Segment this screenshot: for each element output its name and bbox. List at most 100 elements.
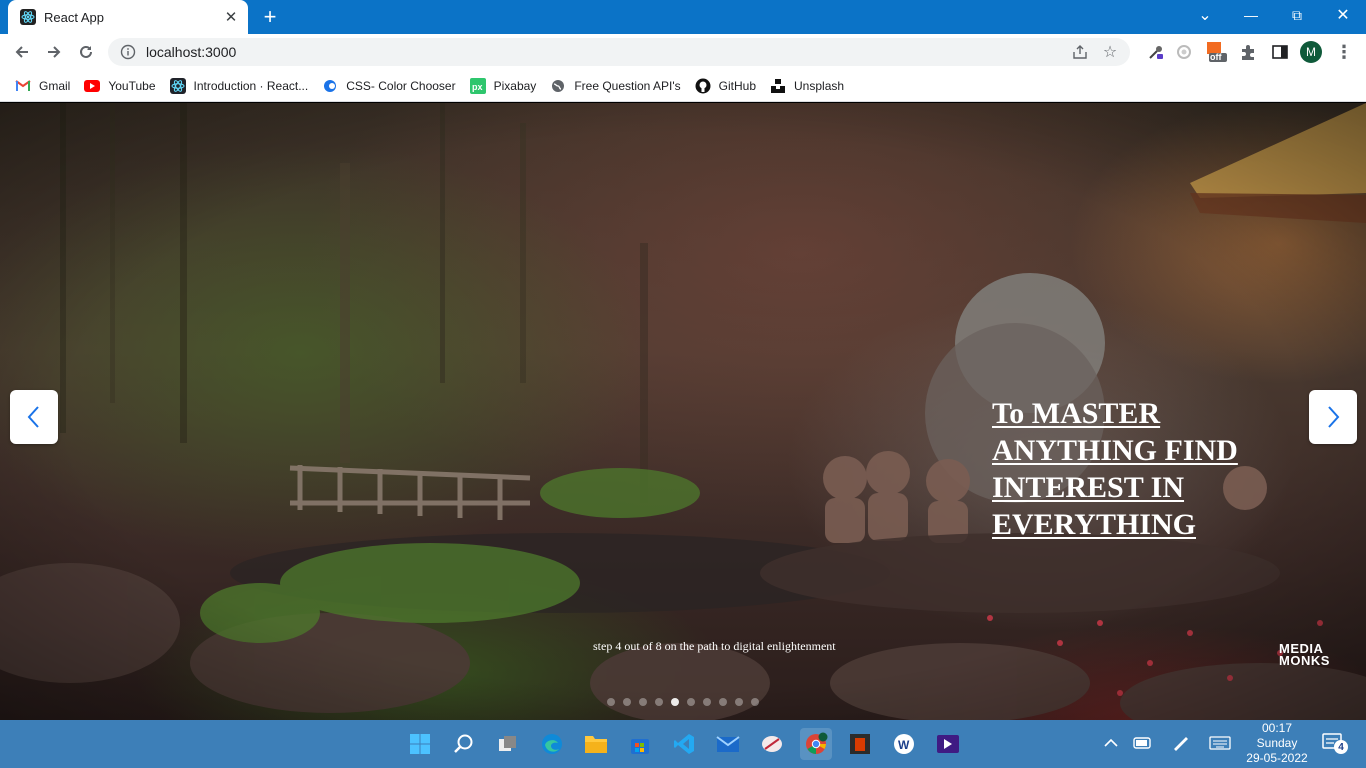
office-icon[interactable] xyxy=(844,728,876,760)
extension-spinner-icon[interactable] xyxy=(1172,40,1196,64)
bookmark-label: GitHub xyxy=(718,78,757,93)
bookmark-github[interactable]: GitHub xyxy=(688,73,763,99)
show-hidden-icons-icon[interactable] xyxy=(1100,732,1122,754)
clock-day: Sunday xyxy=(1256,736,1298,750)
keyboard-icon[interactable] xyxy=(1208,732,1232,754)
pen-icon[interactable] xyxy=(1170,732,1192,754)
carousel-indicator-dot[interactable] xyxy=(671,698,679,706)
slide-caption: step 4 out of 8 on the path to digital e… xyxy=(593,639,836,653)
bookmark-label: Introduction · React... xyxy=(193,78,309,93)
carousel-indicators xyxy=(607,698,759,706)
react-icon xyxy=(20,9,36,25)
tab-close-icon[interactable]: ✕ xyxy=(222,8,240,26)
react-icon xyxy=(169,77,186,94)
svg-text:W: W xyxy=(898,738,910,752)
reload-icon xyxy=(80,45,92,58)
github-icon xyxy=(695,78,711,94)
extension-off-icon[interactable]: off xyxy=(1204,40,1228,64)
reload-button[interactable] xyxy=(72,38,100,66)
file-explorer-icon[interactable] xyxy=(580,728,612,760)
tab-react-app[interactable]: React App ✕ xyxy=(8,0,248,34)
store-icon[interactable] xyxy=(624,728,656,760)
search-icon[interactable] xyxy=(448,728,480,760)
media-monks-logo: MEDIA MONKS xyxy=(1279,642,1339,667)
chevron-left-icon xyxy=(27,406,39,428)
gmail-icon xyxy=(15,78,31,94)
task-view-icon[interactable] xyxy=(492,728,524,760)
carousel-indicator-dot[interactable] xyxy=(687,698,695,706)
bookmark-color-chooser[interactable]: CSS- Color Chooser xyxy=(315,73,462,99)
visual-studio-icon[interactable] xyxy=(932,728,964,760)
pixabay-icon: px xyxy=(469,77,486,94)
bookmark-label: Pixabay xyxy=(493,78,537,93)
url-text[interactable]: localhost:3000 xyxy=(146,44,1066,60)
snipping-tool-icon[interactable] xyxy=(756,728,788,760)
clock-date: 29-05-2022 xyxy=(1246,751,1308,765)
edge-icon[interactable] xyxy=(536,728,568,760)
start-icon[interactable] xyxy=(404,728,436,760)
windows-taskbar: W 00:17 Sunday 29-05-2022 4 xyxy=(0,720,1366,768)
bookmark-gmail[interactable]: Gmail xyxy=(8,73,77,99)
carousel-indicator-dot[interactable] xyxy=(703,698,711,706)
tab-title: React App xyxy=(44,9,104,25)
address-bar[interactable]: localhost:3000 ☆ xyxy=(108,38,1130,66)
close-window-button[interactable]: ✕ xyxy=(1320,0,1366,30)
battery-icon[interactable] xyxy=(1132,732,1154,754)
restore-button[interactable]: ⧉ xyxy=(1274,0,1320,30)
more-menu-icon[interactable]: ⋮ xyxy=(1334,40,1354,64)
browser-toolbar: localhost:3000 ☆ off M ⋮ xyxy=(0,34,1366,70)
youtube-icon xyxy=(84,78,101,94)
carousel-prev-button[interactable] xyxy=(10,390,58,444)
unsplash-icon xyxy=(770,78,786,94)
minimize-button[interactable]: — xyxy=(1228,0,1274,30)
bookmark-youtube[interactable]: YouTube xyxy=(77,73,162,99)
forward-button[interactable] xyxy=(40,38,68,66)
profile-avatar[interactable]: M xyxy=(1300,41,1322,63)
carousel-indicator-dot[interactable] xyxy=(655,698,663,706)
extension-off-badge: off xyxy=(1210,52,1222,62)
carousel-indicator-dot[interactable] xyxy=(719,698,727,706)
slide-headline: To MASTER ANYTHING FIND INTEREST IN EVER… xyxy=(992,397,1238,541)
info-icon[interactable] xyxy=(120,44,136,60)
bookmark-pixabay[interactable]: px Pixabay xyxy=(463,73,544,99)
bookmark-label: Unsplash xyxy=(794,78,845,93)
carousel-next-button[interactable] xyxy=(1309,390,1357,444)
new-tab-button[interactable]: + xyxy=(258,4,282,29)
extension-eyedropper-icon[interactable] xyxy=(1144,40,1168,64)
clock-time: 00:17 xyxy=(1261,721,1293,735)
mail-icon[interactable] xyxy=(712,728,744,760)
carousel-slide: To MASTER ANYTHING FIND INTEREST IN EVER… xyxy=(0,103,1366,720)
chrome-icon[interactable] xyxy=(800,728,832,760)
bookmark-label: YouTube xyxy=(108,78,156,93)
bookmark-label: Gmail xyxy=(39,78,71,93)
bookmarks-bar: Gmail YouTube Introduction · React... CS… xyxy=(0,70,1366,102)
bookmark-free-question-api[interactable]: Free Question API's xyxy=(543,73,687,99)
tab-search-icon[interactable]: ⌄ xyxy=(1182,0,1228,30)
bookmark-star-icon[interactable]: ☆ xyxy=(1096,38,1124,66)
app-w-icon[interactable]: W xyxy=(888,728,920,760)
color-chooser-icon xyxy=(322,78,338,94)
arrow-right-icon xyxy=(48,46,61,58)
bookmark-label: CSS- Color Chooser xyxy=(346,78,456,93)
extensions-puzzle-icon[interactable] xyxy=(1236,40,1260,64)
carousel-indicator-dot[interactable] xyxy=(623,698,631,706)
side-panel-icon[interactable] xyxy=(1268,40,1292,64)
carousel-indicator-dot[interactable] xyxy=(607,698,615,706)
bookmark-unsplash[interactable]: Unsplash xyxy=(763,73,851,99)
carousel-indicator-dot[interactable] xyxy=(751,698,759,706)
arrow-left-icon xyxy=(15,46,28,58)
back-button[interactable] xyxy=(8,38,36,66)
bookmark-label: Free Question API's xyxy=(574,78,681,93)
bookmark-react-intro[interactable]: Introduction · React... xyxy=(163,73,316,99)
carousel-indicator-dot[interactable] xyxy=(735,698,743,706)
globe-icon xyxy=(550,78,566,94)
notification-icon[interactable]: 4 xyxy=(1322,732,1348,756)
system-clock[interactable]: 00:17 Sunday 29-05-2022 xyxy=(1240,721,1314,766)
notification-count-badge: 4 xyxy=(1334,740,1348,754)
browser-title-bar: React App ✕ + ⌄ — ⧉ ✕ xyxy=(0,0,1366,34)
vscode-icon[interactable] xyxy=(668,728,700,760)
chevron-right-icon xyxy=(1328,406,1340,428)
share-icon[interactable] xyxy=(1066,38,1094,66)
svg-text:px: px xyxy=(472,82,483,92)
carousel-indicator-dot[interactable] xyxy=(639,698,647,706)
